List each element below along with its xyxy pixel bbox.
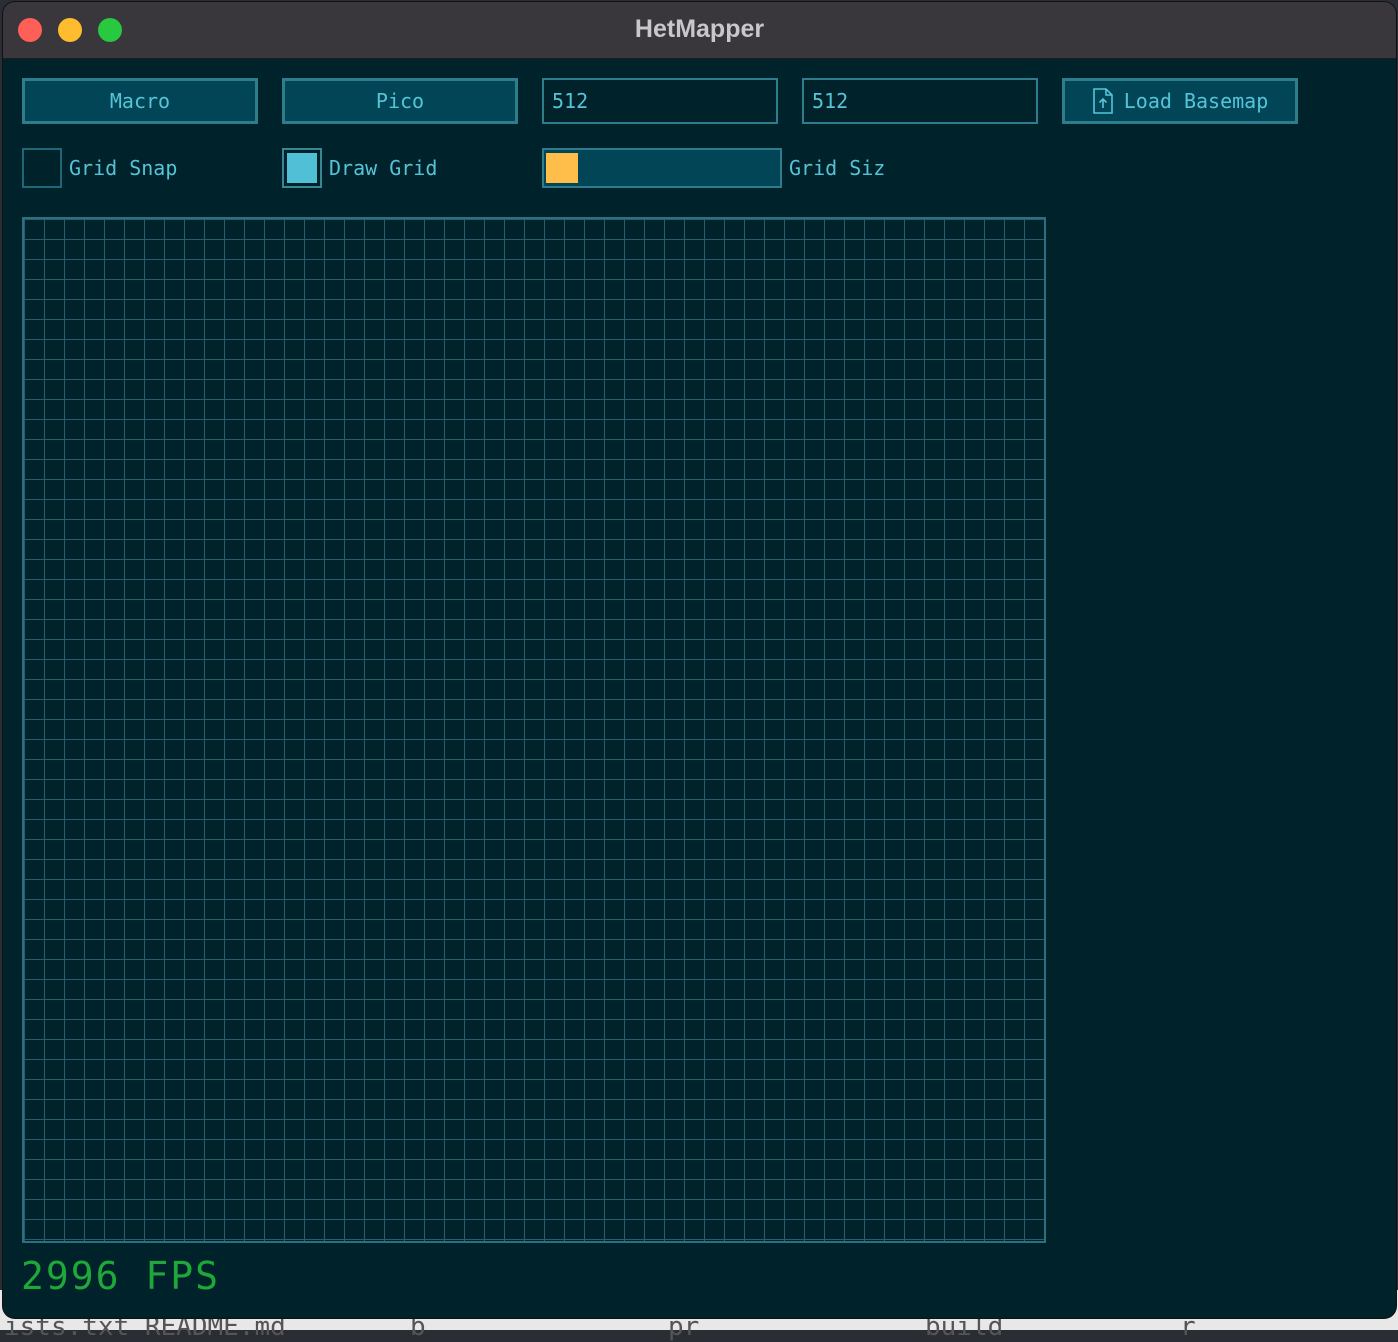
draw-grid-checkbox[interactable] xyxy=(282,148,322,188)
pico-button[interactable]: Pico xyxy=(282,78,518,124)
grid-size-label: Grid Siz xyxy=(789,156,885,180)
grid-snap-label: Grid Snap xyxy=(69,156,177,180)
draw-grid-check-mark xyxy=(287,153,317,183)
width-input-value: 512 xyxy=(552,89,588,113)
grid-size-slider-fill xyxy=(546,153,578,183)
window-title: HetMapper xyxy=(3,15,1396,44)
grid-snap-checkbox[interactable] xyxy=(22,148,62,188)
height-input-value: 512 xyxy=(812,89,848,113)
app-window: HetMapper Macro Pico 512 512 Load Basema… xyxy=(3,2,1396,1318)
map-canvas[interactable] xyxy=(22,217,1046,1243)
grid-size-slider[interactable] xyxy=(542,148,782,188)
pico-button-label: Pico xyxy=(376,89,424,113)
height-input[interactable]: 512 xyxy=(802,78,1038,124)
load-basemap-button[interactable]: Load Basemap xyxy=(1062,78,1298,124)
width-input[interactable]: 512 xyxy=(542,78,778,124)
file-upload-icon xyxy=(1092,88,1114,114)
macro-button[interactable]: Macro xyxy=(22,78,258,124)
draw-grid-label: Draw Grid xyxy=(329,156,437,180)
title-bar[interactable]: HetMapper xyxy=(3,2,1396,59)
load-basemap-label: Load Basemap xyxy=(1124,89,1269,113)
macro-button-label: Macro xyxy=(110,89,170,113)
fps-counter: 2996 FPS xyxy=(21,1254,220,1298)
